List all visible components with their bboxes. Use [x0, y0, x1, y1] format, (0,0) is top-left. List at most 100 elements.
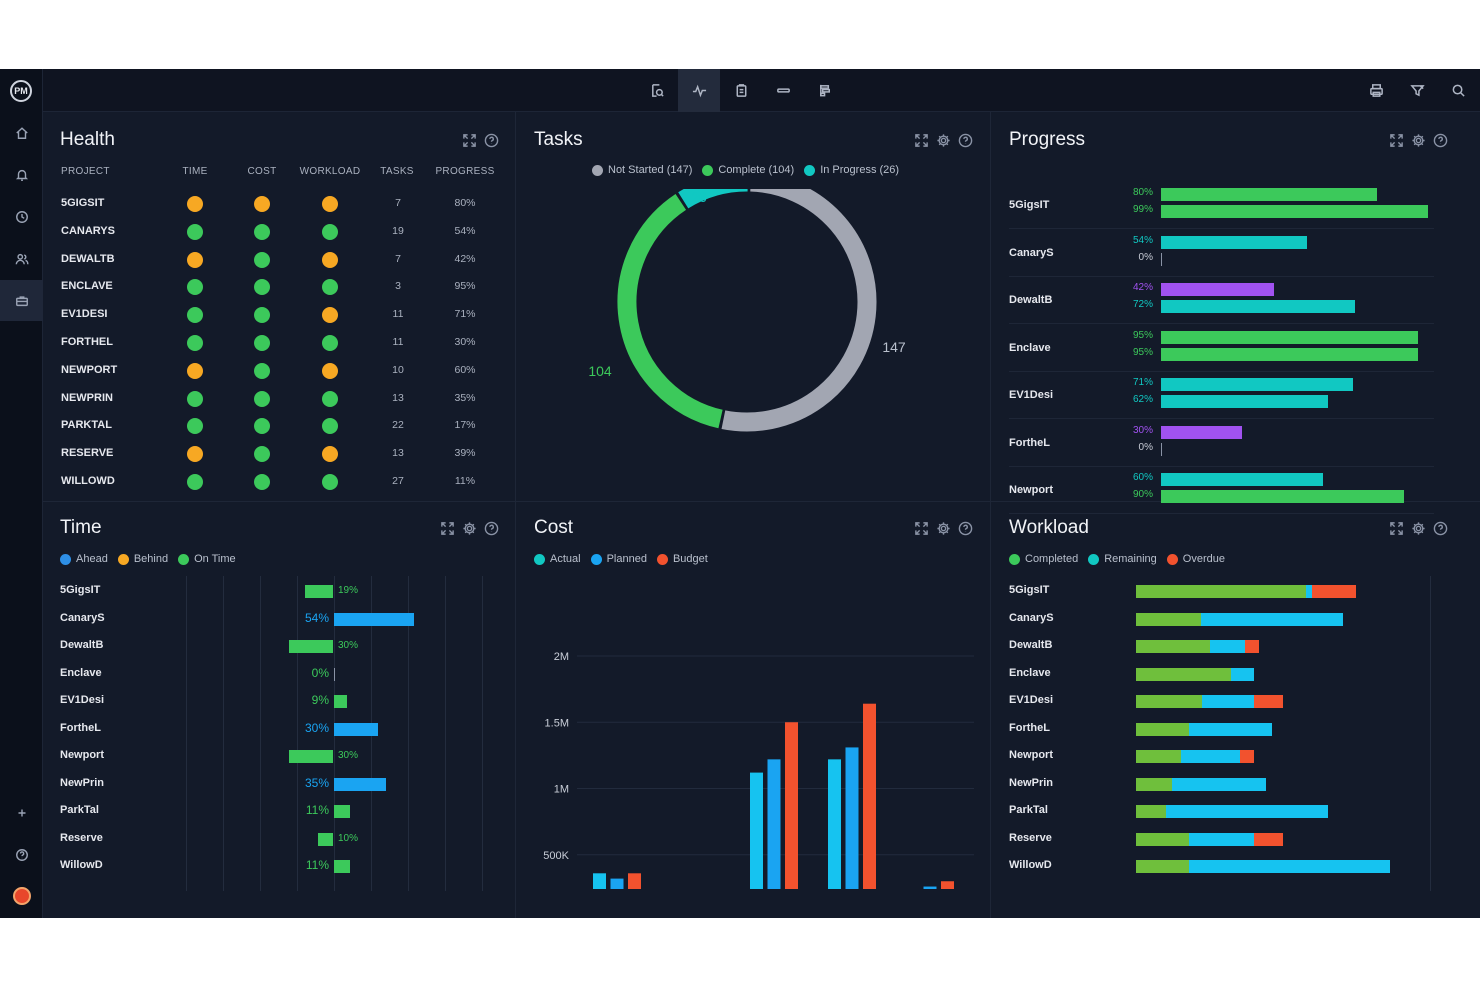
health-row[interactable]: CANARYS 19 54% — [0, 218, 476, 246]
col-time[interactable]: TIME — [175, 166, 215, 177]
workload-completed-segment[interactable] — [1136, 832, 1189, 846]
health-row[interactable]: FORTHEL 11 30% — [0, 329, 476, 357]
workload-overdue-segment[interactable] — [1245, 640, 1259, 653]
workload-remaining-segment[interactable] — [1172, 777, 1266, 791]
time-bar[interactable] — [334, 777, 386, 791]
workload-completed-segment[interactable] — [1136, 722, 1189, 736]
health-row[interactable]: RESERVE 13 39% — [0, 440, 476, 468]
pm-logo[interactable]: PM — [10, 80, 32, 102]
complete-arc[interactable] — [617, 194, 723, 429]
time-bar[interactable] — [334, 860, 351, 873]
health-row[interactable]: 5GIGSIT 7 80% — [0, 190, 476, 218]
help-icon[interactable] — [483, 520, 500, 537]
health-row[interactable]: NEWPRIN 13 35% — [0, 385, 476, 413]
gear-icon[interactable] — [1410, 132, 1427, 149]
progress-row[interactable]: DewaltB 42% 72% — [1009, 277, 1434, 324]
workload-overdue-segment[interactable] — [1254, 832, 1283, 846]
workload-remaining-segment[interactable] — [1231, 667, 1254, 681]
workload-completed-segment[interactable] — [1136, 695, 1202, 708]
health-row[interactable]: WILLOWD 27 11% — [0, 468, 475, 496]
workload-remaining-segment[interactable] — [1189, 832, 1254, 846]
health-row[interactable]: NEWPORT 10 60% — [0, 357, 476, 385]
expand-icon[interactable] — [1388, 520, 1405, 537]
filter-icon[interactable] — [1396, 69, 1438, 112]
time-bar[interactable] — [334, 695, 348, 708]
workload-remaining-segment[interactable] — [1201, 612, 1343, 626]
progress-row[interactable]: 5GigsIT 80% 99% — [1009, 182, 1434, 229]
time-bar[interactable] — [304, 585, 333, 598]
help-icon[interactable] — [957, 520, 974, 537]
dashboard-icon[interactable] — [678, 69, 720, 112]
col-progress[interactable]: PROGRESS — [434, 166, 496, 177]
col-cost[interactable]: COST — [242, 166, 282, 177]
time-bar[interactable] — [334, 805, 351, 818]
workload-completed-segment[interactable] — [1136, 640, 1210, 653]
col-project[interactable]: PROJECT — [61, 166, 141, 177]
workload-remaining-segment[interactable] — [1189, 860, 1390, 873]
workload-remaining-segment[interactable] — [1189, 722, 1272, 736]
print-icon[interactable] — [1355, 69, 1397, 112]
expand-icon[interactable] — [913, 520, 930, 537]
cost-bar-planned[interactable] — [845, 747, 859, 889]
health-row[interactable]: DEWALTB 7 42% — [0, 246, 476, 274]
cost-bar-budget[interactable] — [941, 881, 954, 889]
search-icon[interactable] — [1437, 69, 1479, 112]
cost-bar-actual[interactable] — [828, 759, 841, 889]
workload-completed-segment[interactable] — [1136, 860, 1189, 873]
progress-row[interactable]: CanaryS 54% 0% — [1009, 230, 1434, 277]
gantt-icon[interactable] — [804, 69, 846, 112]
time-bar[interactable] — [334, 667, 335, 681]
cost-bar-budget[interactable] — [863, 703, 876, 889]
progress-row[interactable]: EV1Desi 71% 62% — [1009, 372, 1434, 419]
plus-icon[interactable] — [0, 792, 43, 833]
help-icon[interactable] — [1432, 132, 1449, 149]
time-bar[interactable] — [288, 750, 333, 763]
workload-remaining-segment[interactable] — [1166, 805, 1328, 818]
bell-icon[interactable] — [0, 154, 43, 195]
clipboard-icon[interactable] — [720, 69, 762, 112]
workload-remaining-segment[interactable] — [1210, 640, 1245, 653]
health-row[interactable]: PARKTAL 22 17% — [0, 412, 476, 440]
workload-completed-segment[interactable] — [1136, 805, 1166, 818]
health-row[interactable]: ENCLAVE 3 95% — [0, 273, 476, 301]
workload-overdue-segment[interactable] — [1312, 585, 1356, 598]
cost-bar-actual[interactable] — [750, 772, 763, 889]
gear-icon[interactable] — [1410, 520, 1427, 537]
home-icon[interactable] — [0, 112, 43, 153]
workload-completed-segment[interactable] — [1136, 750, 1181, 763]
expand-icon[interactable] — [1388, 132, 1405, 149]
expand-icon[interactable] — [913, 132, 930, 149]
not-started-arc[interactable] — [721, 189, 877, 432]
time-bar[interactable] — [334, 612, 414, 626]
cost-bar-planned[interactable] — [610, 878, 624, 889]
workload-completed-segment[interactable] — [1136, 585, 1306, 598]
zoom-icon[interactable] — [636, 69, 678, 112]
gear-icon[interactable] — [461, 520, 478, 537]
workload-remaining-segment[interactable] — [1181, 750, 1240, 763]
col-tasks[interactable]: TASKS — [377, 166, 417, 177]
help-icon[interactable] — [0, 834, 43, 875]
cost-bar-budget[interactable] — [628, 873, 641, 889]
expand-icon[interactable] — [461, 132, 478, 149]
workload-remaining-segment[interactable] — [1202, 695, 1254, 708]
time-bar[interactable] — [288, 640, 333, 653]
cost-bar-planned[interactable] — [923, 886, 937, 889]
cost-bar-budget[interactable] — [785, 722, 798, 889]
help-icon[interactable] — [957, 132, 974, 149]
list-icon[interactable] — [762, 69, 804, 112]
cost-bar-actual[interactable] — [593, 873, 606, 889]
progress-row[interactable]: FortheL 30% 0% — [1009, 420, 1434, 467]
workload-overdue-segment[interactable] — [1254, 695, 1283, 708]
workload-completed-segment[interactable] — [1136, 667, 1231, 681]
expand-icon[interactable] — [439, 520, 456, 537]
col-workload[interactable]: WORKLOAD — [299, 166, 361, 177]
time-bar[interactable] — [334, 722, 379, 736]
progress-row[interactable]: Newport 60% 90% — [1009, 467, 1434, 514]
cost-bar-planned[interactable] — [767, 759, 781, 889]
health-row[interactable]: EV1DESI 11 71% — [0, 301, 476, 329]
progress-row[interactable]: Enclave 95% 95% — [1009, 325, 1434, 372]
help-icon[interactable] — [483, 132, 500, 149]
user-avatar[interactable] — [0, 875, 43, 916]
workload-completed-segment[interactable] — [1136, 612, 1201, 626]
workload-completed-segment[interactable] — [1136, 777, 1172, 791]
